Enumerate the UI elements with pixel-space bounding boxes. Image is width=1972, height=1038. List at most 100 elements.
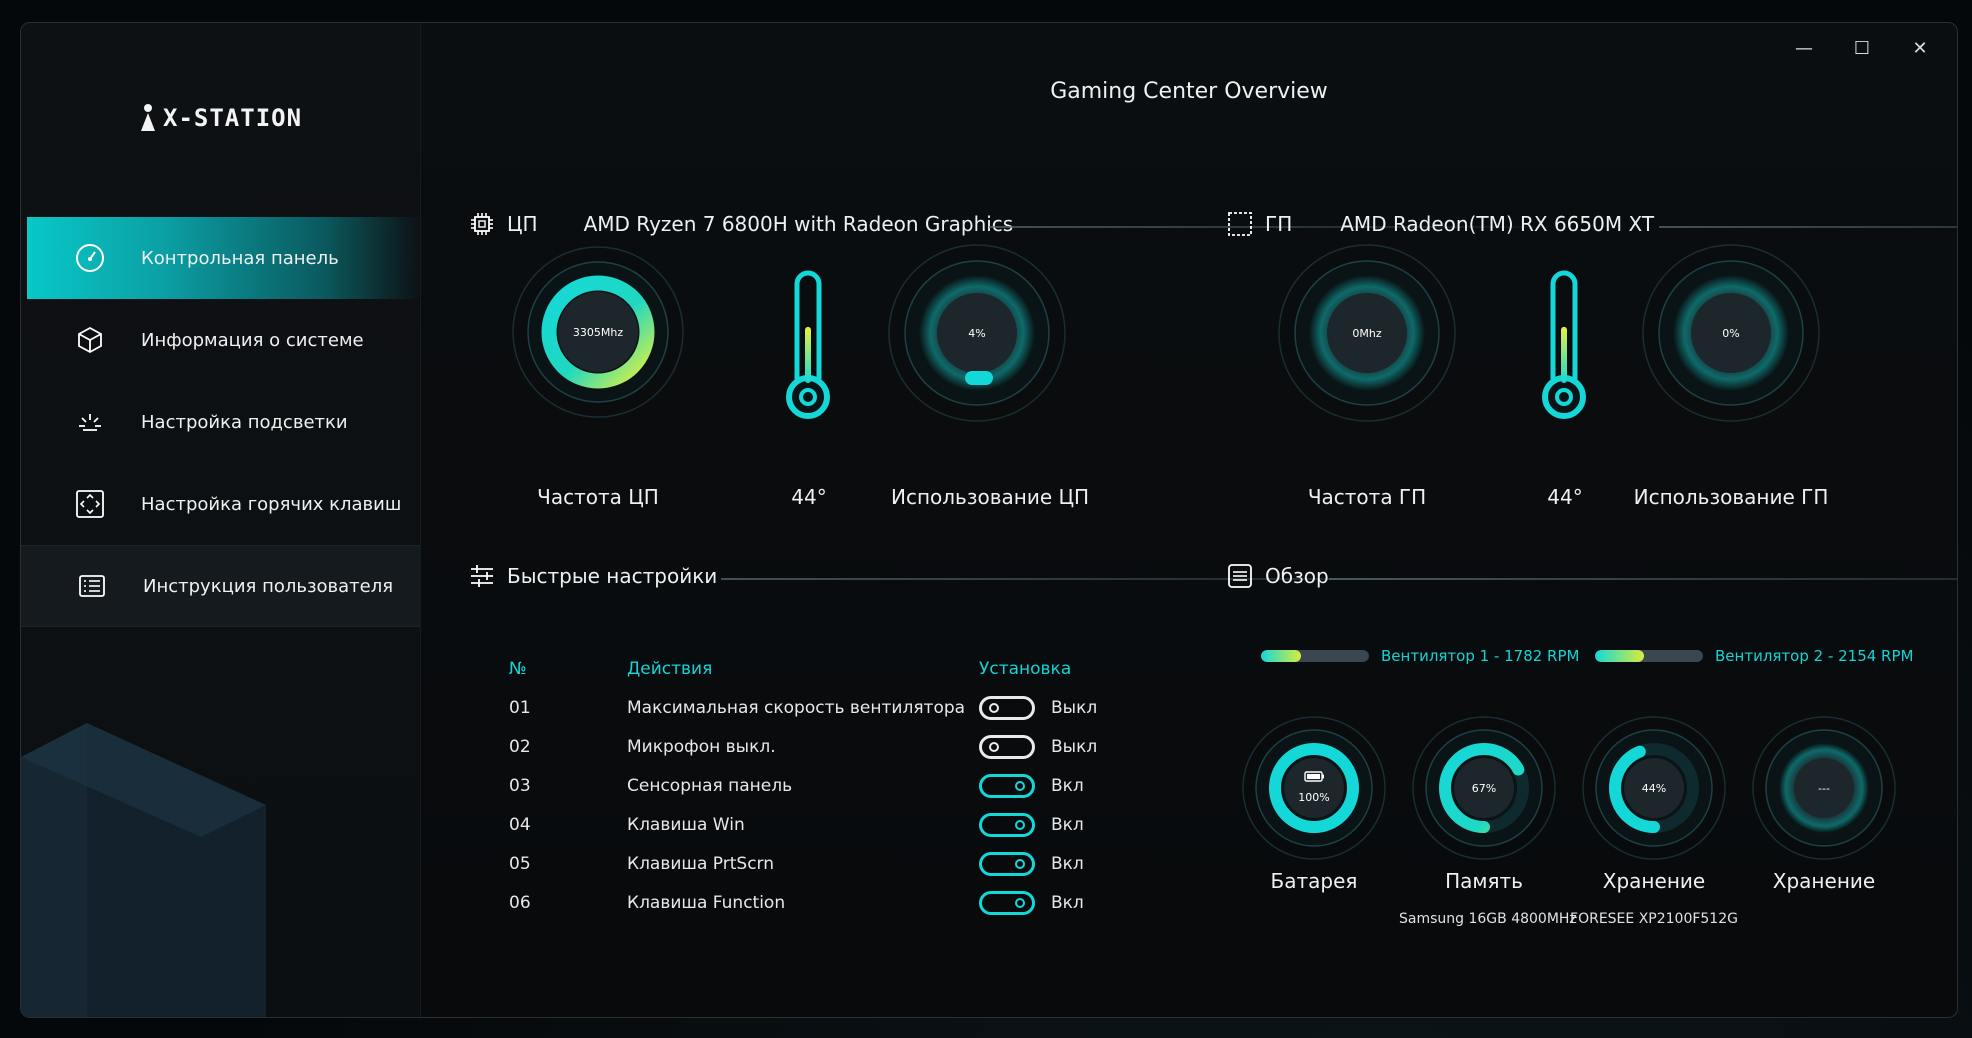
row-num: 04	[509, 814, 531, 835]
toggle-win-key[interactable]	[979, 812, 1035, 837]
sidebar-item-label: Инструкция пользователя	[143, 575, 394, 597]
row-state: Вкл	[1051, 814, 1084, 835]
fan-2-label: Вентилятор 2 - 2154 RPM	[1715, 647, 1914, 665]
gauge-icon	[73, 241, 107, 275]
sidebar-item-label: Настройка горячих клавиш	[141, 493, 402, 515]
gpu-frequency-value: 0Mhz	[1352, 327, 1381, 340]
overview-title: Обзор	[1265, 564, 1329, 588]
toggle-prtscrn-key[interactable]	[979, 851, 1035, 876]
cpu-frequency-gauge: 3305Mhz	[512, 246, 684, 418]
list-icon	[1228, 564, 1252, 588]
storage-1-value: 44%	[1642, 782, 1666, 795]
memory-value: 67%	[1472, 782, 1496, 795]
fan-2-status: Вентилятор 2 - 2154 RPM	[1595, 647, 1913, 665]
row-action: Микрофон выкл.	[627, 736, 776, 757]
fan-2-bar	[1595, 650, 1703, 662]
toggle-function-key[interactable]	[979, 890, 1035, 915]
fan-1-fill	[1261, 650, 1301, 662]
toggle-mic-off[interactable]	[979, 734, 1035, 759]
memory-meter: 67%	[1412, 716, 1556, 860]
sidebar-decoration	[21, 723, 266, 1017]
main-content: Gaming Center Overview — ☐ ✕ ЦП AMD Ryze…	[421, 23, 1957, 1017]
table-row: 01 Максимальная скорость вентилятора Вык…	[509, 688, 1129, 727]
table-header: № Действия Установка	[509, 649, 1129, 688]
cpu-section-header: ЦП AMD Ryzen 7 6800H with Radeon Graphic…	[469, 211, 1013, 237]
row-state: Выкл	[1051, 736, 1098, 757]
close-button[interactable]: ✕	[1891, 31, 1949, 65]
row-state: Выкл	[1051, 697, 1098, 718]
light-icon	[73, 405, 107, 439]
row-action: Сенсорная панель	[627, 775, 793, 796]
quick-settings-header: Быстрые настройки	[469, 563, 717, 589]
sidebar-item-control-panel[interactable]: Контрольная панель	[27, 217, 420, 299]
divider	[1659, 226, 1957, 228]
fan-1-bar	[1261, 650, 1369, 662]
gpu-thermometer-icon	[1542, 270, 1586, 419]
table-row: 06 Клавиша Function Вкл	[509, 883, 1129, 922]
sidebar-item-label: Информация о системе	[141, 329, 364, 351]
cpu-usage-indicator	[965, 371, 993, 385]
gpu-section-title: ГП	[1265, 212, 1293, 236]
sidebar-item-user-manual[interactable]: Инструкция пользователя	[21, 545, 420, 627]
app-logo: X-STATION	[139, 103, 302, 133]
row-num: 06	[509, 892, 531, 913]
gpu-frame-icon	[1228, 212, 1252, 236]
manual-icon	[75, 569, 109, 603]
row-num: 02	[509, 736, 531, 757]
cpu-usage-label: Использование ЦП	[891, 485, 1090, 509]
cpu-frequency-label: Частота ЦП	[537, 485, 659, 509]
storage-2-value: ---	[1818, 782, 1830, 795]
storage-2-label: Хранение	[1772, 869, 1876, 893]
gpu-temp-fill	[1561, 326, 1567, 383]
gpu-temp-value: 44°	[1547, 485, 1583, 509]
header-num: №	[509, 658, 527, 679]
toggle-max-fan[interactable]	[979, 695, 1035, 720]
memory-subtitle: Samsung 16GB 4800MHz	[1399, 911, 1577, 927]
maximize-button[interactable]: ☐	[1833, 31, 1891, 65]
cpu-frequency-value: 3305Mhz	[573, 326, 623, 339]
row-num: 01	[509, 697, 531, 718]
cpu-usage-value: 4%	[968, 327, 985, 340]
gpu-frequency-label: Частота ГП	[1307, 485, 1427, 509]
gpu-section-header: ГП AMD Radeon(TM) RX 6650M XT	[1227, 211, 1654, 237]
cube-icon	[73, 323, 107, 357]
cpu-thermometer-icon	[786, 270, 830, 419]
keyboard-frame-icon	[73, 487, 107, 521]
sidebar-nav: Контрольная панель Информация о системе …	[21, 217, 420, 627]
storage-2-meter: ---	[1752, 716, 1896, 860]
storage-1-meter: 44%	[1582, 716, 1726, 860]
minimize-button[interactable]: —	[1775, 31, 1833, 65]
cpu-temp-fill	[805, 326, 811, 383]
storage-1-label: Хранение	[1602, 869, 1706, 893]
table-row: 02 Микрофон выкл. Выкл	[509, 727, 1129, 766]
table-row: 03 Сенсорная панель Вкл	[509, 766, 1129, 805]
sidebar: X-STATION Контрольная панель Информация …	[21, 23, 421, 1017]
row-num: 03	[509, 775, 531, 796]
fan-2-fill	[1595, 650, 1644, 662]
divider	[1329, 578, 1957, 580]
row-num: 05	[509, 853, 531, 874]
row-action: Клавиша PrtScrn	[627, 853, 775, 874]
sidebar-item-system-info[interactable]: Информация о системе	[27, 299, 420, 381]
sidebar-item-hotkeys[interactable]: Настройка горячих клавиш	[27, 463, 420, 545]
gpu-usage-value: 0%	[1722, 327, 1739, 340]
cpu-temp-value: 44°	[791, 485, 827, 509]
logo-figure-icon	[141, 104, 155, 131]
row-state: Вкл	[1051, 775, 1084, 796]
app-window: X-STATION Контрольная панель Информация …	[20, 22, 1958, 1018]
row-state: Вкл	[1051, 853, 1084, 874]
sidebar-item-lighting[interactable]: Настройка подсветки	[27, 381, 420, 463]
memory-label: Память	[1445, 869, 1523, 893]
fan-1-status: Вентилятор 1 - 1782 RPM	[1261, 647, 1579, 665]
chip-icon	[471, 213, 493, 235]
toggle-touchpad[interactable]	[979, 773, 1035, 798]
quick-settings-table: № Действия Установка 01 Максимальная ско…	[509, 649, 1129, 922]
battery-meter: 100%	[1242, 716, 1386, 860]
row-action: Клавиша Function	[627, 892, 786, 913]
cpu-model: AMD Ryzen 7 6800H with Radeon Graphics	[583, 212, 1014, 236]
gpu-frequency-gauge: 0Mhz	[1278, 244, 1456, 422]
row-action: Клавиша Win	[627, 814, 745, 835]
fan-1-label: Вентилятор 1 - 1782 RPM	[1381, 647, 1580, 665]
row-action: Максимальная скорость вентилятора	[627, 697, 966, 718]
table-row: 05 Клавиша PrtScrn Вкл	[509, 844, 1129, 883]
